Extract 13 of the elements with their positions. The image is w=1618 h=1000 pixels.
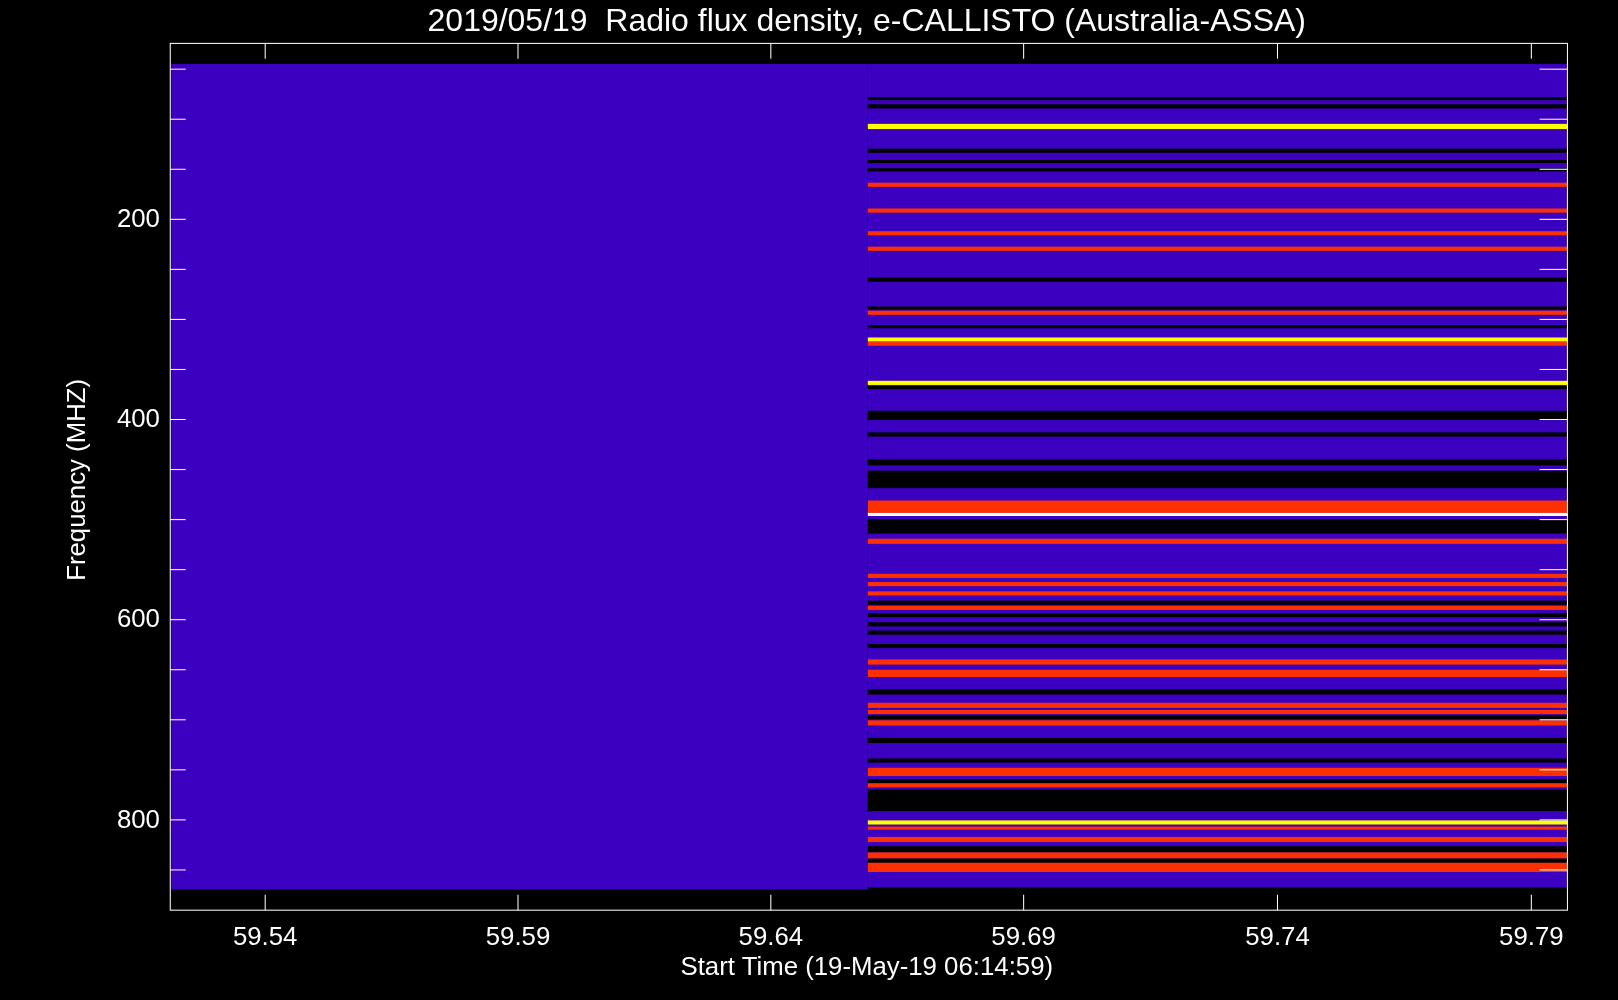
y-tick-label: 800 [116,804,160,833]
y-axis-label: Frequency (MHZ) [61,378,90,581]
y-tick-label: 600 [116,604,160,633]
x-tick-label: 59.69 [991,922,1056,951]
y-tick-label: 400 [116,404,160,433]
x-axis-label: Start Time (19-May-19 06:14:59) [680,952,1054,981]
x-tick-label: 59.54 [232,922,298,951]
x-tick-label: 59.79 [1499,922,1564,951]
x-tick-label: 59.74 [1245,922,1310,951]
y-tick-label: 200 [116,204,160,233]
x-tick-label: 59.64 [738,922,804,951]
x-tick-label: 59.59 [485,922,551,951]
chart-title: 2019/05/19 Radio flux density, e-CALLISTO (Australia-ASSA) [427,2,1306,38]
